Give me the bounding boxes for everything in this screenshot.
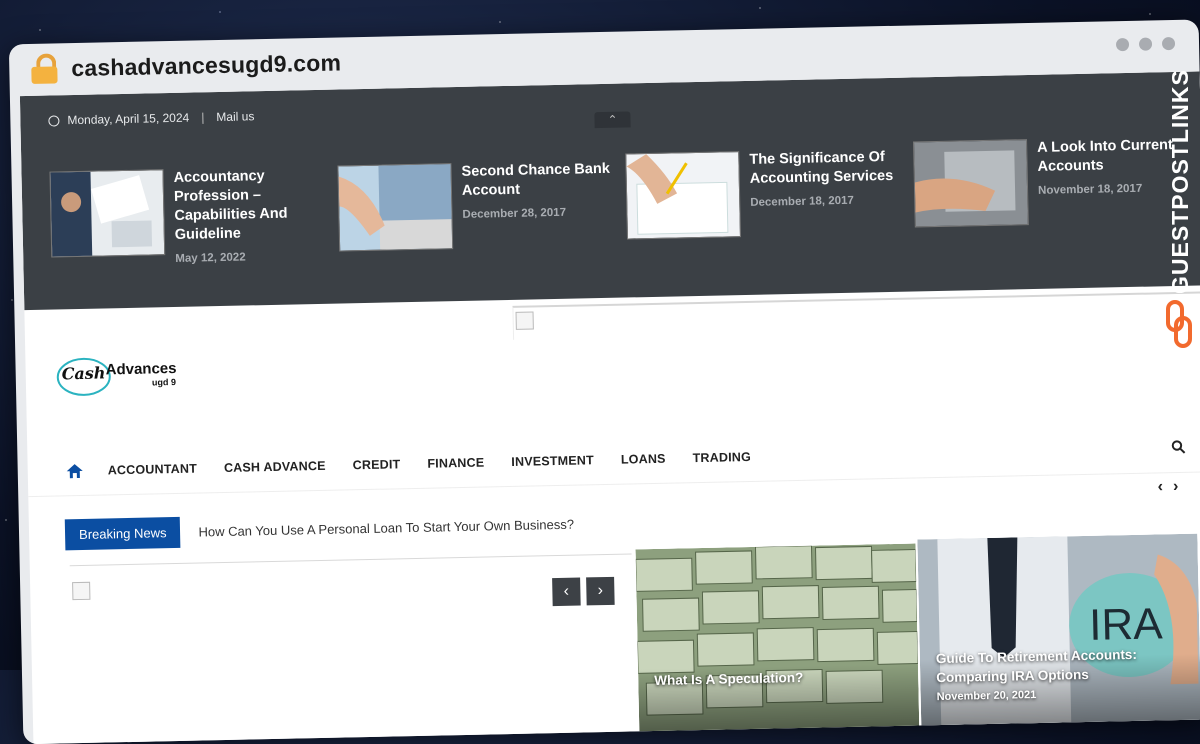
top-bar: Monday, April 15, 2024 | Mail us ⌃ Accou…: [19, 71, 1200, 311]
clock-icon: [48, 114, 60, 127]
slide-thumbnail[interactable]: [913, 139, 1029, 228]
main-navigation: ACCOUNTANT CASH ADVANCE CREDIT FINANCE I…: [65, 427, 1200, 491]
money-stacks-image: [635, 543, 920, 744]
svg-text:Cash: Cash: [62, 363, 106, 383]
chevron-right-icon[interactable]: ›: [1173, 478, 1179, 496]
breaking-news-bar: Breaking News How Can You Use A Personal…: [64, 509, 575, 551]
breaking-news-badge: Breaking News: [64, 516, 181, 551]
slider-next-button[interactable]: ›: [586, 576, 615, 606]
nav-item-accountant[interactable]: ACCOUNTANT: [108, 462, 198, 478]
separator: |: [201, 110, 205, 125]
lock-icon: [31, 53, 58, 84]
card-date: November 20, 2021: [936, 689, 1037, 704]
browser-window: cashadvancesugd9.com Monday, April 15, 2…: [8, 19, 1200, 744]
slide-title[interactable]: The Significance Of Accounting Services: [749, 148, 910, 189]
broken-image-icon: [72, 581, 91, 601]
window-controls: [1115, 36, 1176, 52]
window-dot[interactable]: [1161, 36, 1176, 51]
slide-thumbnail[interactable]: [337, 163, 454, 252]
slide-title[interactable]: Accountancy Profession – Capabilities An…: [173, 166, 335, 245]
slide-date: December 28, 2017: [462, 206, 567, 221]
svg-text:Advances: Advances: [105, 360, 176, 378]
slide-thumbnail[interactable]: [625, 151, 741, 240]
ira-piggy-bank-image: IRA: [917, 533, 1200, 744]
collapse-up-icon[interactable]: ⌃: [594, 111, 631, 129]
slide-title[interactable]: Second Chance Bank Account: [461, 160, 622, 201]
breaking-news-headline[interactable]: How Can You Use A Personal Loan To Start…: [198, 517, 574, 540]
url-text[interactable]: cashadvancesugd9.com: [71, 49, 341, 82]
nav-item-trading[interactable]: TRADING: [692, 450, 751, 465]
nav-item-loans[interactable]: LOANS: [621, 452, 666, 467]
guestpostlinks-watermark: GUESTPOSTLINKS: [1162, 56, 1196, 356]
browser-mockup: cashadvancesugd9.com Monday, April 15, 2…: [4, 0, 1200, 744]
mail-us-link[interactable]: Mail us: [216, 109, 254, 124]
slide-thumbnail[interactable]: [49, 169, 166, 258]
current-date: Monday, April 15, 2024: [67, 110, 190, 128]
top-slide[interactable]: Second Chance Bank Account December 28, …: [337, 160, 623, 252]
featured-card[interactable]: What Is A Speculation?: [635, 543, 920, 744]
slider-prev-button[interactable]: ‹: [552, 577, 581, 607]
broken-image-icon: [515, 311, 534, 330]
featured-card[interactable]: IRA Guide To Retirement Accounts: Compar…: [917, 533, 1200, 744]
search-icon[interactable]: [1171, 440, 1186, 454]
svg-text:IRA: IRA: [1089, 599, 1164, 650]
logo-graphic: Cash Advances ugd 9: [56, 357, 177, 396]
top-slide[interactable]: Accountancy Profession – Capabilities An…: [49, 166, 335, 268]
nav-item-investment[interactable]: INVESTMENT: [511, 453, 594, 469]
top-info: Monday, April 15, 2024 | Mail us: [48, 109, 255, 128]
top-slide[interactable]: A Look Into Current Accounts November 18…: [913, 136, 1199, 228]
watermark-text: GUESTPOSTLINKS: [1167, 69, 1193, 294]
chevron-left-icon[interactable]: ‹: [1157, 478, 1163, 496]
breaking-news-controls: ‹ ›: [1157, 478, 1178, 496]
home-icon[interactable]: [66, 463, 84, 479]
link-icon: [1166, 300, 1192, 348]
slide-date: December 18, 2017: [750, 194, 854, 209]
window-dot[interactable]: [1115, 37, 1130, 52]
window-dot[interactable]: [1138, 37, 1153, 51]
ad-banner-placeholder[interactable]: [512, 291, 1200, 340]
svg-text:ugd 9: ugd 9: [152, 377, 176, 388]
card-title[interactable]: What Is A Speculation?: [654, 668, 803, 690]
top-slide[interactable]: The Significance Of Accounting Services …: [625, 148, 911, 240]
site-logo[interactable]: Cash Advances ugd 9: [55, 348, 206, 399]
main-slider[interactable]: ‹ ›: [69, 553, 636, 744]
nav-item-cash-advance[interactable]: CASH ADVANCE: [224, 459, 326, 475]
card-title[interactable]: Guide To Retirement Accounts: Comparing …: [936, 644, 1167, 687]
slide-date: May 12, 2022: [175, 251, 246, 265]
nav-item-finance[interactable]: FINANCE: [427, 456, 484, 471]
nav-item-credit[interactable]: CREDIT: [353, 457, 401, 472]
website: Monday, April 15, 2024 | Mail us ⌃ Accou…: [19, 71, 1200, 744]
